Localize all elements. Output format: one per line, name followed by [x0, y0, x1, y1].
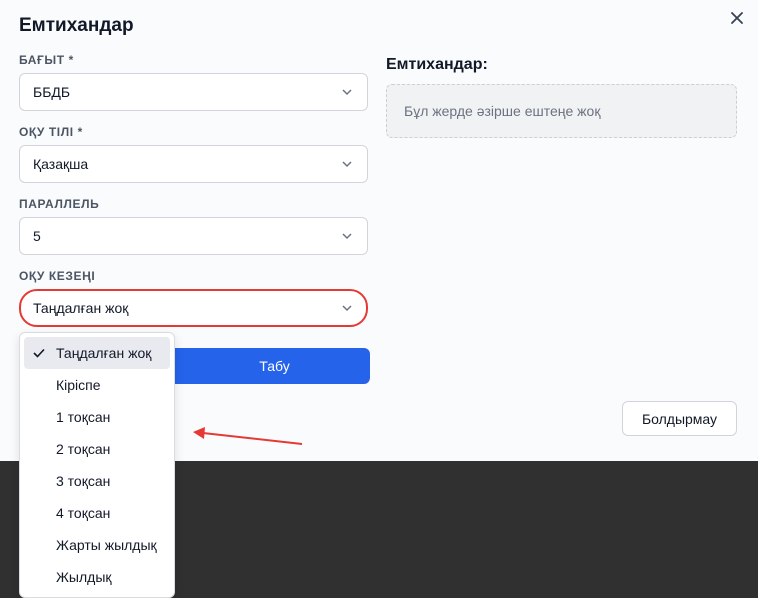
- period-option-label: 1 тоқсан: [56, 409, 111, 425]
- period-option-label: Кіріспе: [56, 377, 101, 393]
- period-option[interactable]: Кіріспе: [24, 369, 170, 401]
- direction-select[interactable]: ББДБ: [19, 73, 368, 111]
- chevron-down-icon: [342, 161, 352, 168]
- checkmark-icon: [33, 348, 45, 358]
- empty-state-text: Бұл жерде әзірше ештеңе жоқ: [404, 103, 601, 119]
- close-icon: [731, 12, 743, 24]
- language-select[interactable]: Қазақша: [19, 145, 368, 183]
- period-option[interactable]: 1 тоқсан: [24, 401, 170, 433]
- period-option-label: Жарты жылдық: [56, 537, 157, 553]
- results-title: Емтихандар:: [386, 56, 488, 73]
- period-option[interactable]: Таңдалған жоқ: [24, 337, 170, 369]
- language-value: Қазақша: [33, 156, 89, 172]
- chevron-down-icon: [342, 305, 352, 312]
- period-option-label: Жылдық: [56, 569, 112, 585]
- direction-label: БАҒЫТ *: [19, 53, 74, 67]
- period-select[interactable]: Таңдалған жоқ: [19, 289, 368, 327]
- results-empty-state: Бұл жерде әзірше ештеңе жоқ: [386, 84, 737, 138]
- period-option[interactable]: Жылдық: [24, 561, 170, 593]
- chevron-down-icon: [342, 233, 352, 240]
- cancel-button[interactable]: Болдырмау: [622, 401, 737, 436]
- period-option-label: Таңдалған жоқ: [56, 345, 152, 361]
- chevron-down-icon: [342, 89, 352, 96]
- language-label: ОҚУ ТІЛІ *: [19, 125, 83, 139]
- search-button-label: Табу: [259, 358, 290, 374]
- period-option[interactable]: 2 тоқсан: [24, 433, 170, 465]
- period-label: ОҚУ КЕЗЕҢІ: [19, 269, 96, 283]
- period-option[interactable]: Жарты жылдық: [24, 529, 170, 561]
- period-option[interactable]: 4 тоқсан: [24, 497, 170, 529]
- period-option-label: 3 тоқсан: [56, 473, 111, 489]
- period-option[interactable]: 3 тоқсан: [24, 465, 170, 497]
- period-value: Таңдалған жоқ: [33, 300, 129, 316]
- period-dropdown-menu: Таңдалған жоқ Кіріспе 1 тоқсан 2 тоқсан …: [19, 332, 175, 598]
- close-button[interactable]: [725, 6, 749, 30]
- parallel-select[interactable]: 5: [19, 217, 368, 255]
- parallel-value: 5: [33, 228, 41, 244]
- parallel-label: ПАРАЛЛЕЛЬ: [19, 197, 100, 211]
- period-option-label: 2 тоқсан: [56, 441, 111, 457]
- dialog-title: Емтихандар: [19, 15, 134, 36]
- direction-value: ББДБ: [33, 84, 71, 100]
- period-option-label: 4 тоқсан: [56, 505, 111, 521]
